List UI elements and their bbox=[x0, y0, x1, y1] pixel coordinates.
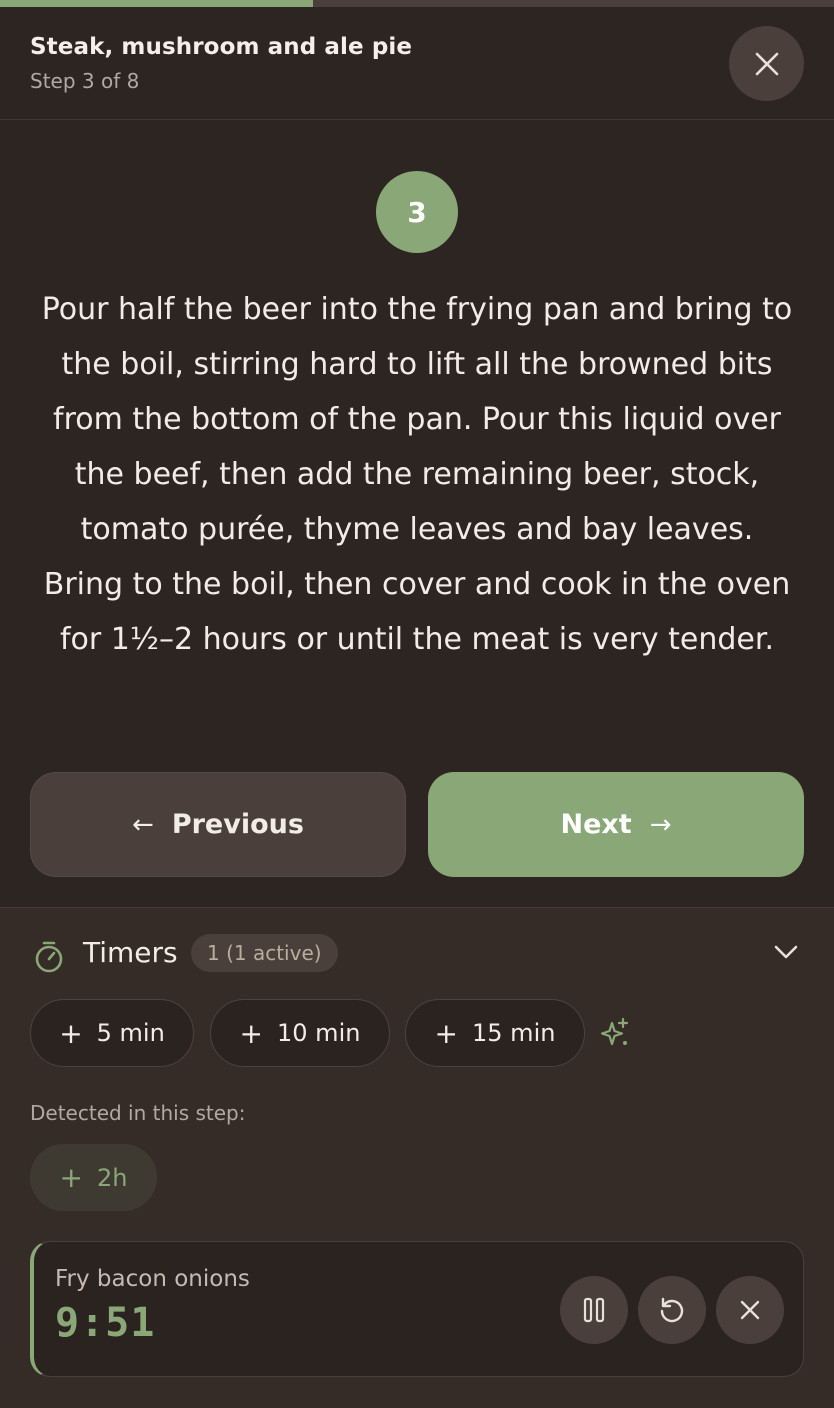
plus-icon: + bbox=[59, 1161, 83, 1194]
close-icon bbox=[740, 1300, 760, 1320]
plus-icon: + bbox=[434, 1016, 459, 1050]
timers-panel: Timers 1 (1 active) + 5 min + 10 min + 1… bbox=[0, 907, 834, 1408]
delete-timer-button[interactable] bbox=[716, 1276, 784, 1344]
sparkle-icon[interactable] bbox=[598, 1016, 632, 1050]
pause-timer-button[interactable] bbox=[560, 1276, 628, 1344]
detected-timer-2h-button[interactable]: + 2h bbox=[30, 1144, 157, 1211]
stopwatch-icon bbox=[35, 941, 63, 973]
detected-label: Detected in this step: bbox=[30, 1101, 246, 1125]
arrow-left-icon: ← bbox=[132, 809, 154, 840]
collapse-timers-button[interactable] bbox=[770, 936, 802, 972]
timers-title: Timers bbox=[83, 936, 178, 969]
step-instruction: Pour half the beer into the frying pan a… bbox=[41, 292, 793, 657]
timer-remaining: 9:51 bbox=[55, 1300, 156, 1346]
next-button[interactable]: Next → bbox=[428, 772, 804, 877]
chevron-down-icon bbox=[774, 945, 798, 959]
preset-label: 15 min bbox=[472, 1019, 556, 1047]
header: Steak, mushroom and ale pie Step 3 of 8 bbox=[0, 7, 834, 120]
timer-name: Fry bacon onions bbox=[55, 1266, 250, 1292]
active-timer-card: Fry bacon onions 9:51 bbox=[30, 1241, 804, 1377]
plus-icon: + bbox=[239, 1016, 264, 1050]
close-button[interactable] bbox=[729, 26, 804, 101]
plus-icon: + bbox=[59, 1016, 83, 1050]
close-icon bbox=[755, 52, 778, 75]
add-timer-5-min-button[interactable]: + 5 min bbox=[30, 999, 194, 1067]
add-timer-15-min-button[interactable]: + 15 min bbox=[405, 999, 585, 1067]
progress-fill bbox=[0, 0, 313, 7]
next-label: Next bbox=[560, 809, 632, 840]
step-counter: Step 3 of 8 bbox=[30, 69, 140, 93]
reset-icon bbox=[660, 1297, 684, 1323]
timer-count-badge: 1 (1 active) bbox=[191, 934, 338, 972]
add-timer-10-min-button[interactable]: + 10 min bbox=[210, 999, 390, 1067]
progress-bar bbox=[0, 0, 834, 7]
arrow-right-icon: → bbox=[649, 809, 672, 840]
preset-label: 10 min bbox=[277, 1019, 361, 1047]
pause-icon bbox=[583, 1297, 605, 1323]
previous-button[interactable]: ← Previous bbox=[30, 772, 406, 877]
reset-timer-button[interactable] bbox=[638, 1276, 706, 1344]
preset-label: 5 min bbox=[96, 1019, 165, 1047]
recipe-title: Steak, mushroom and ale pie bbox=[30, 34, 413, 60]
detected-timer-label: 2h bbox=[96, 1163, 128, 1192]
step-number-badge: 3 bbox=[376, 171, 458, 253]
previous-label: Previous bbox=[171, 809, 304, 840]
